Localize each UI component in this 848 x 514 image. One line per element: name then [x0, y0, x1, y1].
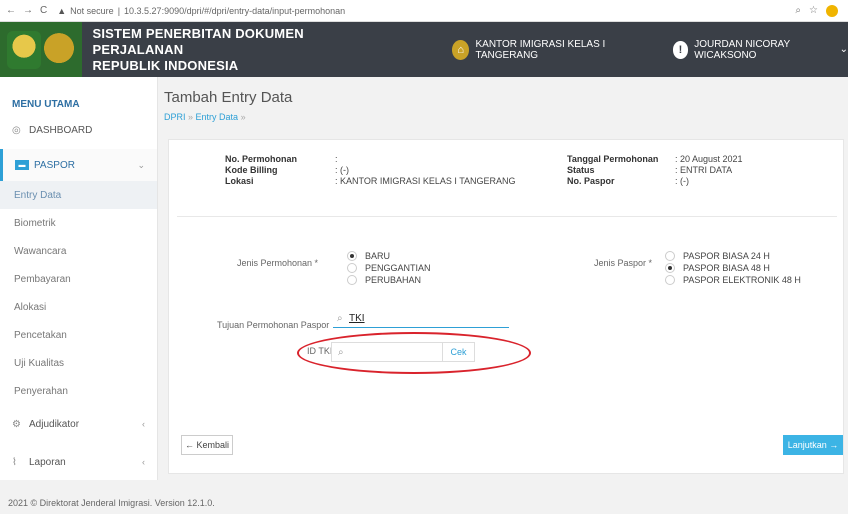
- sidebar-sub-uji-kualitas[interactable]: Uji Kualitas: [0, 349, 157, 377]
- logo-group: [0, 22, 83, 77]
- radio-baru[interactable]: BARU: [347, 250, 431, 262]
- office-name: KANTOR IMIGRASI KELAS I TANGERANG: [475, 38, 606, 61]
- imigrasi-logo: [6, 30, 41, 69]
- dashboard-icon: ◎: [12, 124, 21, 136]
- breadcrumb-root[interactable]: DPRI: [164, 112, 186, 122]
- continue-button[interactable]: Lanjutkan →: [783, 435, 843, 455]
- radio-paspor-elektronik[interactable]: PASPOR ELEKTRONIK 48 H: [665, 274, 801, 286]
- sidebar-sub-wawancara[interactable]: Wawancara: [0, 237, 157, 265]
- sidebar-sub-entry-data[interactable]: Entry Data: [0, 181, 157, 209]
- address-bar[interactable]: ▲ Not secure | 10.3.5.27:9090/dpri/#/dpr…: [57, 6, 345, 16]
- chevron-down-icon[interactable]: ⌄: [840, 44, 848, 55]
- radio-selected-icon[interactable]: [665, 263, 675, 273]
- forward-icon[interactable]: →: [23, 5, 33, 16]
- app-title: SISTEM PENERBITAN DOKUMEN PERJALANAN REP…: [92, 25, 304, 73]
- star-icon[interactable]: ☆: [809, 5, 818, 17]
- url-text[interactable]: 10.3.5.27:9090/dpri/#/dpri/entry-data/in…: [124, 6, 345, 16]
- radio-empty-icon[interactable]: [665, 251, 675, 261]
- jenis-paspor-group: PASPOR BIASA 24 H PASPOR BIASA 48 H PASP…: [665, 250, 801, 286]
- security-label: Not secure: [70, 5, 114, 16]
- radio-empty-icon[interactable]: [347, 275, 357, 285]
- sidebar-item-laporan[interactable]: ⌇ Laporan ‹: [0, 443, 157, 481]
- main-content: Tambah Entry Data DPRI » Entry Data » No…: [158, 77, 848, 480]
- menu-heading: MENU UTAMA: [12, 99, 80, 110]
- browser-nav: ← → C: [0, 5, 47, 16]
- tujuan-label: Tujuan Permohonan Paspor: [217, 320, 330, 330]
- building-icon: ⌂: [451, 39, 470, 60]
- office-indicator: ⌂ KANTOR IMIGRASI KELAS I TANGERANG: [451, 38, 647, 61]
- jenis-paspor-label: Jenis Paspor *: [594, 258, 653, 268]
- sidebar-item-adjudikator[interactable]: ⚙ Adjudikator ‹: [0, 405, 157, 443]
- sidebar-sub-pembayaran[interactable]: Pembayaran: [0, 265, 157, 293]
- info-right: Tanggal Permohonan: 20 August 2021 Statu…: [567, 154, 743, 186]
- chart-icon: ⌇: [12, 456, 17, 468]
- radio-paspor-48h[interactable]: PASPOR BIASA 48 H: [665, 262, 801, 274]
- user-menu[interactable]: ! JOURDAN NICORAY WICAKSONO ⌄: [672, 39, 848, 61]
- warning-icon: ▲: [57, 5, 67, 16]
- passport-icon: ▬: [15, 160, 29, 170]
- divider: [177, 216, 837, 217]
- footer: 2021 © Direktorat Jenderal Imigrasi. Ver…: [8, 498, 215, 508]
- jenis-permohonan-group: BARU PENGGANTIAN PERUBAHAN: [347, 250, 431, 286]
- adjudikator-icon: ⚙: [12, 418, 21, 430]
- radio-empty-icon[interactable]: [665, 275, 675, 285]
- sidebar-sub-penyerahan[interactable]: Penyerahan: [0, 377, 157, 405]
- radio-penggantian[interactable]: PENGGANTIAN: [347, 262, 431, 274]
- page-title: Tambah Entry Data: [164, 89, 293, 106]
- zoom-icon[interactable]: ⌕: [795, 5, 801, 17]
- sidebar-item-dashboard[interactable]: ◎ DASHBOARD: [0, 119, 157, 141]
- browser-actions: ⌕ ☆: [795, 4, 848, 17]
- sidebar-sub-biometrik[interactable]: Biometrik: [0, 209, 157, 237]
- chevron-down-icon: ⌄: [137, 159, 145, 170]
- annotation-ellipse: [297, 332, 531, 374]
- jenis-permohonan-label: Jenis Permohonan *: [237, 258, 319, 268]
- search-icon: ⌕: [337, 313, 343, 324]
- radio-perubahan[interactable]: PERUBAHAN: [347, 274, 431, 286]
- tujuan-input[interactable]: ⌕ TKI: [333, 310, 509, 328]
- garuda-logo: [41, 30, 76, 69]
- info-left: No. Permohonan: Kode Billing: (-) Lokasi…: [225, 154, 516, 186]
- back-icon[interactable]: ←: [6, 5, 16, 16]
- radio-empty-icon[interactable]: [347, 263, 357, 273]
- breadcrumb: DPRI » Entry Data »: [164, 112, 246, 122]
- sidebar: MENU UTAMA ◎ DASHBOARD ▬ PASPOR ⌄ Entry …: [0, 77, 158, 480]
- user-icon: !: [672, 40, 689, 59]
- tujuan-value: TKI: [349, 313, 365, 324]
- extension-icon[interactable]: [826, 4, 838, 17]
- chevron-left-icon: ‹: [142, 457, 145, 467]
- entry-panel: No. Permohonan: Kode Billing: (-) Lokasi…: [168, 139, 844, 474]
- user-name[interactable]: JOURDAN NICORAY WICAKSONO: [694, 39, 833, 61]
- breadcrumb-current[interactable]: Entry Data: [196, 112, 239, 122]
- sidebar-sub-pencetakan[interactable]: Pencetakan: [0, 321, 157, 349]
- radio-paspor-24h[interactable]: PASPOR BIASA 24 H: [665, 250, 801, 262]
- browser-toolbar: ← → C ▲ Not secure | 10.3.5.27:9090/dpri…: [0, 0, 848, 22]
- back-button[interactable]: ← Kembali: [181, 435, 233, 455]
- sidebar-sub-alokasi[interactable]: Alokasi: [0, 293, 157, 321]
- reload-icon[interactable]: C: [40, 5, 47, 16]
- app-header: SISTEM PENERBITAN DOKUMEN PERJALANAN REP…: [0, 22, 848, 77]
- radio-selected-icon[interactable]: [347, 251, 357, 261]
- chevron-left-icon: ‹: [142, 419, 145, 429]
- sidebar-item-paspor[interactable]: ▬ PASPOR ⌄: [0, 149, 157, 181]
